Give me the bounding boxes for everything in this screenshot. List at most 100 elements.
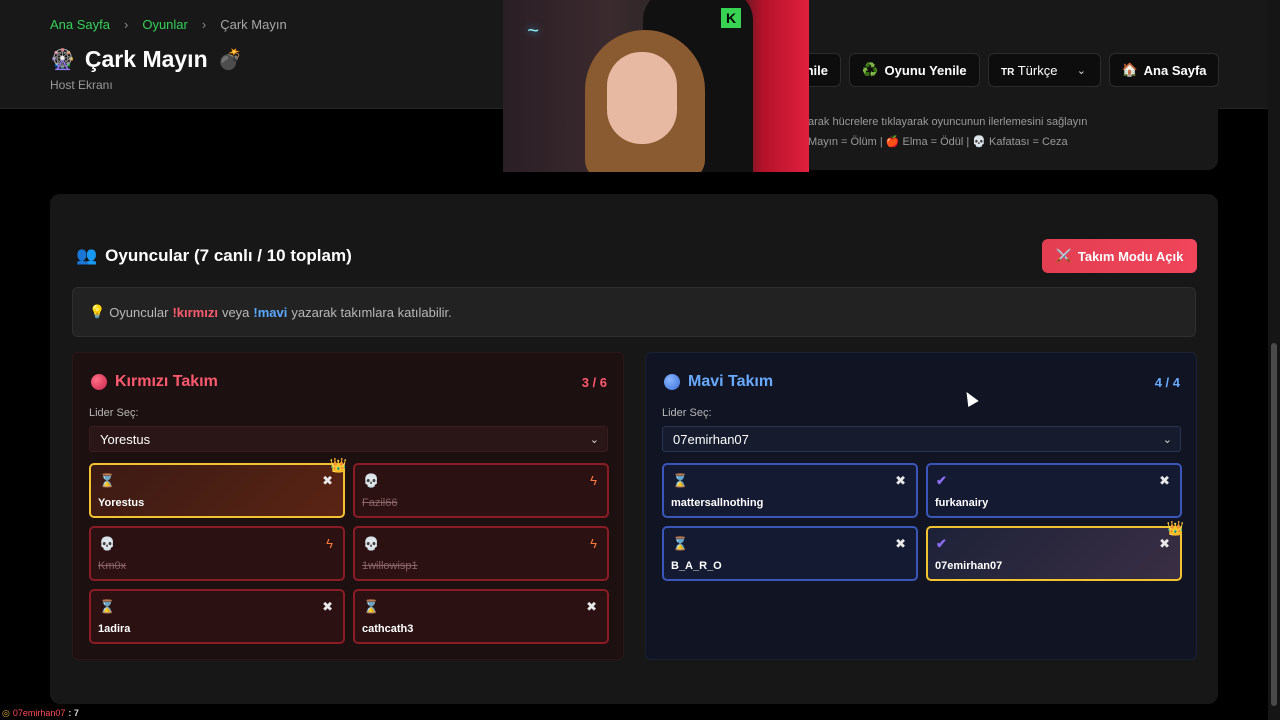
- blue-circle-icon: [664, 374, 680, 390]
- player-card[interactable]: ✔ ✖ 👑 07emirhan07: [926, 520, 1184, 581]
- webcam-k-logo: K: [721, 8, 741, 28]
- bomb-icon: 💣: [217, 49, 243, 71]
- red-leader-select[interactable]: Yorestus ⌄: [89, 426, 608, 452]
- remove-player-icon[interactable]: ✖: [1159, 536, 1170, 552]
- breadcrumb-games-link[interactable]: Oyunlar: [142, 17, 188, 32]
- remove-player-icon[interactable]: ✖: [895, 473, 906, 489]
- player-card[interactable]: ✔ ✖ furkanairy: [926, 463, 1182, 518]
- blue-team-name: Mavi Takım: [688, 373, 774, 390]
- team-mode-label: Takım Modu Açık: [1077, 248, 1184, 264]
- skull-icon: 💀: [363, 536, 380, 551]
- home-button-label: Ana Sayfa: [1143, 62, 1207, 78]
- home-button[interactable]: 🏠 Ana Sayfa: [1109, 53, 1219, 87]
- language-code: TR: [1001, 66, 1015, 78]
- player-name: mattersallnothing: [671, 497, 764, 509]
- instructions-line-1: arak hücrelere tıklayarak oyuncunun iler…: [808, 116, 1088, 128]
- player-name: 07emirhan07: [935, 560, 1003, 572]
- remove-player-icon[interactable]: ✖: [322, 599, 333, 615]
- player-card[interactable]: ⌛ ✖ B_A_R_O: [662, 526, 918, 581]
- language-label: Türkçe: [1017, 62, 1058, 78]
- lightning-icon[interactable]: ϟ: [326, 536, 333, 551]
- page-subtitle: Host Ekranı: [50, 78, 113, 92]
- hint-blue-command: !mavi: [253, 304, 288, 320]
- red-team-header: Kırmızı Takım: [91, 373, 218, 391]
- ferris-wheel-icon: 🎡: [50, 49, 75, 71]
- player-name: 1adira: [98, 623, 131, 635]
- player-card[interactable]: ⌛ ✖ 👑 Yorestus: [89, 457, 347, 518]
- join-hint: 💡 Oyuncular !kırmızı veya !mavi yazarak …: [72, 287, 1196, 337]
- player-name: B_A_R_O: [671, 560, 722, 572]
- lightbulb-icon: 💡: [89, 304, 106, 319]
- hourglass-icon: ⌛: [99, 473, 116, 488]
- players-heading-text: Oyuncular (7 canlı / 10 toplam): [105, 246, 352, 265]
- red-player-grid: ⌛ ✖ 👑 Yorestus 💀 ϟ Fazil66 💀 ϟ Km0x 💀 ϟ …: [89, 457, 609, 644]
- webcam-streamer-face: [607, 52, 677, 144]
- crown-icon: 👑: [329, 457, 347, 473]
- player-card[interactable]: ⌛ ✖ mattersallnothing: [662, 463, 918, 518]
- player-name: cathcath3: [362, 623, 414, 635]
- red-circle-icon: [91, 374, 107, 390]
- crown-icon: 👑: [1166, 520, 1184, 536]
- player-name: furkanairy: [935, 497, 989, 509]
- blue-team-panel: Mavi Takım 4 / 4 Lider Seç: 07emirhan07 …: [645, 352, 1197, 660]
- player-name: 1willowisp1: [362, 560, 418, 572]
- hint-text-mid: veya: [221, 304, 250, 320]
- lightning-icon[interactable]: ϟ: [590, 473, 597, 488]
- people-icon: 👥: [76, 246, 98, 265]
- recycle-icon: ♻️: [862, 62, 879, 77]
- player-card[interactable]: 💀 ϟ Km0x: [89, 526, 345, 581]
- chat-badge-icon: ◎: [2, 707, 10, 718]
- player-name: Fazil66: [362, 497, 398, 509]
- hint-text-pre: Oyuncular: [109, 304, 169, 320]
- blue-player-grid: ⌛ ✖ mattersallnothing ✔ ✖ furkanairy ⌛ ✖…: [662, 463, 1184, 581]
- blue-leader-value: 07emirhan07: [673, 431, 749, 447]
- hourglass-icon: ⌛: [672, 473, 689, 488]
- lightning-icon[interactable]: ϟ: [590, 536, 597, 551]
- chevron-right-icon: ›: [124, 17, 129, 32]
- webcam-neon-sign: ~: [527, 20, 539, 42]
- breadcrumb: Ana Sayfa › Oyunlar › Çark Mayın: [50, 17, 287, 32]
- chevron-down-icon: ⌄: [1076, 64, 1086, 77]
- chevron-down-icon: ⌄: [589, 433, 599, 446]
- team-mode-toggle-button[interactable]: ⚔️ Takım Modu Açık: [1042, 239, 1197, 273]
- chat-overlay-line: ◎ 07emirhan07 : 7: [0, 706, 322, 720]
- hourglass-icon: ⌛: [672, 536, 689, 551]
- checkmark-icon: ✔: [936, 536, 947, 551]
- remove-player-icon[interactable]: ✖: [1159, 473, 1170, 489]
- remove-player-icon[interactable]: ✖: [895, 536, 906, 552]
- hourglass-icon: ⌛: [363, 599, 380, 614]
- hint-text-post: yazarak takımlara katılabilir.: [291, 304, 452, 320]
- red-team-count: 3 / 6: [581, 375, 607, 390]
- breadcrumb-current: Çark Mayın: [220, 17, 287, 32]
- renew-game-button[interactable]: ♻️ Oyunu Yenile: [849, 53, 980, 87]
- crossed-swords-icon: ⚔️: [1055, 248, 1072, 263]
- blue-team-header: Mavi Takım: [664, 373, 773, 391]
- chat-message: : 7: [68, 708, 79, 718]
- red-leader-value: Yorestus: [100, 431, 151, 447]
- chevron-right-icon: ›: [201, 17, 207, 32]
- remove-player-icon[interactable]: ✖: [586, 599, 597, 615]
- chevron-down-icon: ⌄: [1162, 433, 1172, 446]
- player-card[interactable]: 💀 ϟ 1willowisp1: [353, 526, 609, 581]
- scrollbar-thumb[interactable]: [1271, 343, 1277, 706]
- hint-red-command: !kırmızı: [172, 304, 218, 320]
- instructions-line-2: Mayın = Ölüm | 🍎 Elma = Ödül | 💀 Kafatas…: [808, 136, 1068, 148]
- player-card[interactable]: ⌛ ✖ 1adira: [89, 589, 345, 644]
- blue-team-count: 4 / 4: [1154, 375, 1180, 390]
- red-team-name: Kırmızı Takım: [115, 373, 218, 390]
- hourglass-icon: ⌛: [99, 599, 116, 614]
- page-title: 🎡 Çark Mayın 💣: [50, 46, 243, 73]
- player-card[interactable]: 💀 ϟ Fazil66: [353, 463, 609, 518]
- player-name: Km0x: [98, 560, 127, 572]
- red-team-panel: Kırmızı Takım 3 / 6 Lider Seç: Yorestus …: [72, 352, 624, 660]
- breadcrumb-home-link[interactable]: Ana Sayfa: [50, 17, 110, 32]
- language-select[interactable]: TR Türkçe ⌄: [988, 53, 1101, 87]
- blue-leader-label: Lider Seç:: [662, 407, 712, 419]
- blue-leader-select[interactable]: 07emirhan07 ⌄: [662, 426, 1181, 452]
- house-icon: 🏠: [1121, 62, 1138, 77]
- renew-game-label: Oyunu Yenile: [884, 62, 967, 78]
- player-card[interactable]: ⌛ ✖ cathcath3: [353, 589, 609, 644]
- remove-player-icon[interactable]: ✖: [322, 473, 333, 489]
- page-title-text: Çark Mayın: [84, 46, 208, 72]
- player-name: Yorestus: [98, 497, 145, 509]
